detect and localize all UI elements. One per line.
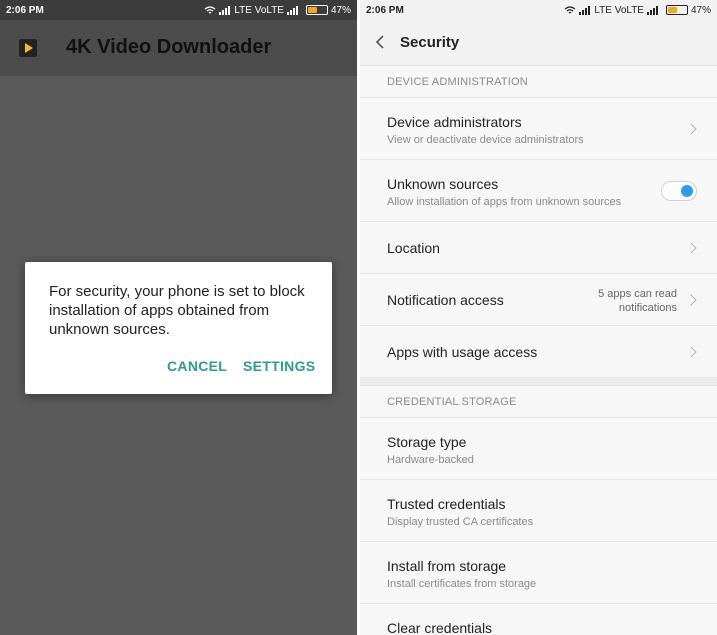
setting-storage-type[interactable]: Storage type Hardware-backed [360, 418, 717, 480]
aside-line-2: notifications [618, 302, 677, 314]
setting-notification-access[interactable]: Notification access 5 apps can read noti… [360, 274, 717, 326]
wifi-icon [564, 5, 576, 13]
setting-subtitle: Install certificates from storage [387, 578, 537, 590]
setting-title: Location [387, 240, 440, 256]
setting-title: Notification access [387, 292, 504, 308]
battery-icon [305, 5, 328, 15]
setting-install-from-storage[interactable]: Install from storage Install certificate… [360, 542, 717, 604]
section-heading-credential-storage: CREDENTIAL STORAGE [360, 386, 717, 418]
chevron-right-icon [685, 242, 697, 254]
status-time-right: 2:06 PM [366, 4, 404, 16]
settings-button[interactable]: SETTINGS [243, 358, 315, 374]
section-heading-device-admin: DEVICE ADMINISTRATION [360, 66, 717, 98]
battery-percent: 47% [330, 4, 351, 16]
setting-device-administrators[interactable]: Device administrators View or deactivate… [360, 98, 717, 160]
settings-header: Security [360, 20, 717, 66]
status-indicators-right: LTE VoLTE 47% [564, 5, 711, 16]
setting-title: Device administrators [387, 114, 522, 130]
chevron-right-icon [685, 123, 697, 135]
page-title: Security [400, 34, 460, 51]
cancel-button[interactable]: CANCEL [167, 358, 227, 374]
setting-subtitle: Display trusted CA certificates [387, 516, 534, 528]
status-indicators: LTE VoLTE 47% [204, 5, 351, 16]
setting-location[interactable]: Location [360, 222, 717, 274]
right-pane: 2:06 PM LTE VoLTE 47% Security DEVICE AD… [360, 0, 717, 635]
setting-clear-credentials[interactable]: Clear credentials [360, 604, 717, 635]
status-bar-right: 2:06 PM LTE VoLTE 47% [360, 0, 717, 20]
setting-title: Storage type [387, 434, 467, 450]
chevron-right-icon [685, 294, 697, 306]
network-label: LTE VoLTE [234, 4, 284, 16]
signal-icon [579, 5, 591, 15]
status-bar: 2:06 PM LTE VoLTE 47% [0, 0, 357, 20]
setting-subtitle: Allow installation of apps from unknown … [387, 196, 622, 208]
setting-unknown-sources[interactable]: Unknown sources Allow installation of ap… [360, 160, 717, 222]
network-label-right: LTE VoLTE [594, 4, 644, 16]
wifi-icon [204, 5, 216, 13]
signal-icon [219, 5, 231, 15]
setting-title: Clear credentials [387, 620, 493, 635]
unknown-sources-toggle[interactable] [661, 181, 697, 201]
signal-icon-2 [286, 5, 299, 15]
battery-icon [665, 5, 688, 15]
setting-trusted-credentials[interactable]: Trusted credentials Display trusted CA c… [360, 480, 717, 542]
setting-subtitle: Hardware-backed [387, 454, 474, 466]
signal-icon-2 [646, 5, 659, 15]
dialog-message: For security, your phone is set to block… [49, 283, 305, 338]
setting-title: Apps with usage access [387, 344, 538, 360]
setting-subtitle: View or deactivate device administrators [387, 134, 584, 146]
app-title: 4K Video Downloader [66, 36, 272, 58]
setting-title: Unknown sources [387, 176, 499, 192]
setting-title: Install from storage [387, 558, 507, 574]
section-gap [360, 378, 717, 386]
notification-access-count: 5 apps can read notifications [598, 287, 677, 315]
setting-title: Trusted credentials [387, 496, 506, 512]
toggle-knob [681, 185, 693, 197]
status-time: 2:06 PM [6, 4, 44, 16]
settings-list: DEVICE ADMINISTRATION Device administrat… [360, 66, 717, 635]
chevron-right-icon [685, 346, 697, 358]
screen: 2:06 PM LTE VoLTE 47% 4K Video Downloade… [0, 0, 717, 635]
setting-apps-usage-access[interactable]: Apps with usage access [360, 326, 717, 378]
security-dialog: For security, your phone is set to block… [25, 262, 332, 394]
back-arrow-icon[interactable] [372, 33, 390, 51]
left-pane: 2:06 PM LTE VoLTE 47% 4K Video Downloade… [0, 0, 357, 635]
app-play-icon [19, 39, 37, 57]
battery-percent-right: 47% [690, 4, 711, 16]
aside-line-1: 5 apps can read [598, 288, 677, 300]
